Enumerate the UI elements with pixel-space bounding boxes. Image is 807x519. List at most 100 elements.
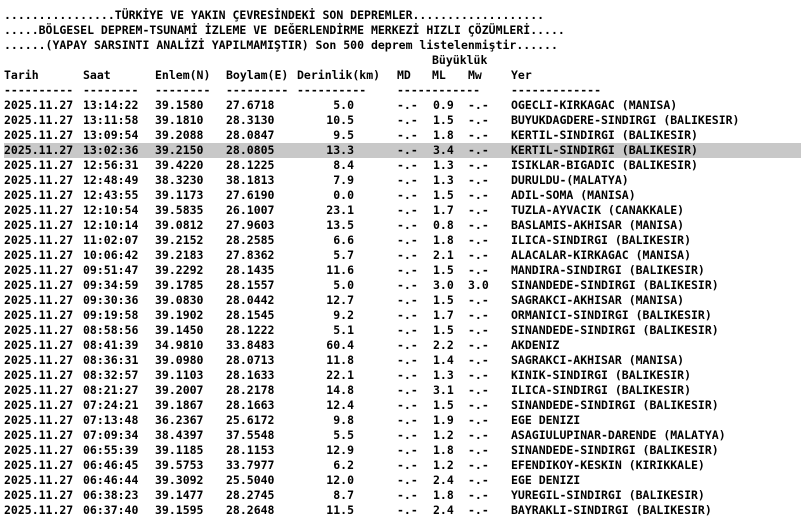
cell-place: EFENDIKOY-KESKIN (KIRIKKALE)	[511, 458, 705, 472]
earthquake-row[interactable]: 2025.11.27 08:41:39 34.9810 33.8483 60.4 -.- 2…	[0, 338, 807, 353]
cell-md: -.-	[397, 398, 418, 412]
cell-date: 2025.11.27	[4, 368, 74, 382]
earthquake-row[interactable]: 2025.11.27 08:21:27 39.2007 28.2178 14.8 -.- 3…	[0, 383, 807, 398]
earthquake-row[interactable]: 2025.11.27 12:43:55 39.1173 27.6190 0.0 -.- 1.…	[0, 188, 807, 203]
cell-place: SINANDEDE-SINDIRGI (BALIKESIR)	[511, 323, 719, 337]
cell-mw: -.-	[468, 143, 489, 157]
cell-lat: 39.2183	[155, 248, 204, 262]
cell-date: 2025.11.27	[4, 188, 74, 202]
cell-md: -.-	[397, 278, 418, 292]
cell-lat: 36.2367	[155, 413, 204, 427]
cell-ml: 1.4	[433, 353, 454, 367]
cell-time: 08:32:57	[83, 368, 139, 382]
cell-depth: 0.0	[333, 188, 354, 202]
column-header-lat: Enlem(N)	[155, 68, 211, 82]
cell-ml: 1.3	[433, 368, 454, 382]
cell-mw: -.-	[468, 188, 489, 202]
cell-lon: 27.6190	[226, 188, 275, 202]
cell-place: EGE DENIZI	[511, 413, 581, 427]
cell-md: -.-	[397, 353, 418, 367]
earthquake-row[interactable]: 2025.11.27 06:37:40 39.1595 28.2648 11.5 -.- 2…	[0, 503, 807, 518]
cell-depth: 12.9	[326, 443, 354, 457]
cell-ml: 2.2	[433, 338, 454, 352]
earthquake-row[interactable]: 2025.11.27 08:58:56 39.1450 28.1222 5.1 -.- 1.…	[0, 323, 807, 338]
column-header-mw: Mw	[468, 68, 482, 82]
cell-ml: 1.2	[433, 428, 454, 442]
cell-date: 2025.11.27	[4, 233, 74, 247]
cell-mw: -.-	[468, 128, 489, 142]
cell-date: 2025.11.27	[4, 383, 74, 397]
cell-place: MANDIRA-SINDIRGI (BALIKESIR)	[511, 263, 705, 277]
cell-mw: -.-	[468, 113, 489, 127]
earthquake-row[interactable]: 2025.11.27 10:06:42 39.2183 27.8362 5.7 -.- 2.…	[0, 248, 807, 263]
cell-lon: 28.0805	[226, 143, 275, 157]
cell-time: 08:36:31	[83, 353, 139, 367]
earthquake-row[interactable]: 2025.11.27 08:32:57 39.1103 28.1633 22.1 -.- 1…	[0, 368, 807, 383]
cell-place: ALACALAR-KIRKAGAC (MANISA)	[511, 248, 692, 262]
earthquake-row[interactable]: 2025.11.27 12:10:14 39.0812 27.9603 13.5 -.- 0…	[0, 218, 807, 233]
earthquake-row[interactable]: 2025.11.27 06:55:39 39.1185 28.1153 12.9 -.- 1…	[0, 443, 807, 458]
cell-date: 2025.11.27	[4, 473, 74, 487]
cell-md: -.-	[397, 173, 418, 187]
cell-place: KERTIL-SINDIRGI (BALIKESIR)	[511, 143, 698, 157]
earthquake-row[interactable]: 2025.11.27 07:24:21 39.1867 28.1663 12.4 -.- 1…	[0, 398, 807, 413]
cell-ml: 1.5	[433, 113, 454, 127]
earthquake-row[interactable]: 2025.11.27 13:11:58 39.1810 28.3130 10.5 -.- 1…	[0, 113, 807, 128]
earthquake-row[interactable]: 2025.11.27 13:02:36 39.2150 28.0805 13.3 -.- 3…	[0, 143, 807, 158]
cell-lon: 28.0442	[226, 293, 275, 307]
earthquake-row[interactable]: 2025.11.27 09:19:58 39.1902 28.1545 9.2 -.- 1.…	[0, 308, 807, 323]
header-note-line: ......(YAPAY SARSINTI ANALİZİ YAPILMAMIŞ…	[4, 38, 558, 52]
earthquake-row[interactable]: 2025.11.27 13:09:54 39.2088 28.0847 9.5 -.- 1.…	[0, 128, 807, 143]
cell-md: -.-	[397, 263, 418, 277]
earthquake-row[interactable]: 2025.11.27 06:46:44 39.3092 25.5040 12.0 -.- 2…	[0, 473, 807, 488]
cell-lat: 38.4397	[155, 428, 204, 442]
cell-ml: 1.7	[433, 203, 454, 217]
cell-ml: 1.3	[433, 158, 454, 172]
cell-md: -.-	[397, 143, 418, 157]
cell-date: 2025.11.27	[4, 143, 74, 157]
cell-lon: 28.2178	[226, 383, 275, 397]
cell-depth: 12.7	[326, 293, 354, 307]
cell-lat: 39.1595	[155, 503, 204, 517]
cell-mw: 3.0	[468, 278, 489, 292]
cell-md: -.-	[397, 113, 418, 127]
column-header-ml: ML	[432, 68, 446, 82]
earthquake-row[interactable]: 2025.11.27 13:14:22 39.1580 27.6718 5.0 -.- 0.…	[0, 98, 807, 113]
earthquake-row[interactable]: 2025.11.27 07:13:48 36.2367 25.6172 9.8 -.- 1.…	[0, 413, 807, 428]
cell-ml: 0.8	[433, 218, 454, 232]
cell-depth: 8.4	[333, 158, 354, 172]
earthquake-row[interactable]: 2025.11.27 09:51:47 39.2292 28.1435 11.6 -.- 1…	[0, 263, 807, 278]
cell-lon: 25.5040	[226, 473, 275, 487]
cell-depth: 8.7	[333, 488, 354, 502]
cell-lat: 39.1867	[155, 398, 204, 412]
cell-date: 2025.11.27	[4, 443, 74, 457]
earthquake-row[interactable]: 2025.11.27 09:34:59 39.1785 28.1557 5.0 -.- 3.…	[0, 278, 807, 293]
separator-place: -------------	[511, 83, 602, 97]
earthquake-row[interactable]: 2025.11.27 12:10:54 39.5835 26.1007 23.1 -.- 1…	[0, 203, 807, 218]
cell-time: 10:06:42	[83, 248, 139, 262]
cell-lon: 25.6172	[226, 413, 275, 427]
earthquake-row[interactable]: 2025.11.27 11:02:07 39.2152 28.2585 6.6 -.- 1.…	[0, 233, 807, 248]
cell-depth: 9.5	[333, 128, 354, 142]
earthquake-row[interactable]: 2025.11.27 08:36:31 39.0980 28.0713 11.8 -.- 1…	[0, 353, 807, 368]
cell-lon: 28.1545	[226, 308, 275, 322]
cell-depth: 22.1	[326, 368, 354, 382]
earthquake-row[interactable]: 2025.11.27 12:56:31 39.4220 28.1225 8.4 -.- 1.…	[0, 158, 807, 173]
earthquake-row[interactable]: 2025.11.27 12:48:49 38.3230 38.1813 7.9 -.- 1.…	[0, 173, 807, 188]
cell-lon: 33.7977	[226, 458, 275, 472]
cell-place: TUZLA-AYVACIK (CANAKKALE)	[511, 203, 685, 217]
cell-place: SINANDEDE-SINDIRGI (BALIKESIR)	[511, 398, 719, 412]
cell-date: 2025.11.27	[4, 248, 74, 262]
cell-place: BAYRAKLI-SINDIRGI (BALIKESIR)	[511, 503, 712, 517]
cell-lat: 39.1103	[155, 368, 204, 382]
cell-place: ILICA-SINDIRGI (BALIKESIR)	[511, 233, 692, 247]
earthquake-row[interactable]: 2025.11.27 06:46:45 39.5753 33.7977 6.2 -.- 1.…	[0, 458, 807, 473]
earthquake-row[interactable]: 2025.11.27 06:38:23 39.1477 28.2745 8.7 -.- 1.…	[0, 488, 807, 503]
cell-md: -.-	[397, 323, 418, 337]
earthquake-row[interactable]: 2025.11.27 09:30:36 39.0830 28.0442 12.7 -.- 1…	[0, 293, 807, 308]
cell-md: -.-	[397, 203, 418, 217]
earthquake-row[interactable]: 2025.11.27 07:09:34 38.4397 37.5548 5.5 -.- 1.…	[0, 428, 807, 443]
cell-md: -.-	[397, 488, 418, 502]
cell-depth: 10.5	[326, 113, 354, 127]
cell-depth: 12.4	[326, 398, 354, 412]
